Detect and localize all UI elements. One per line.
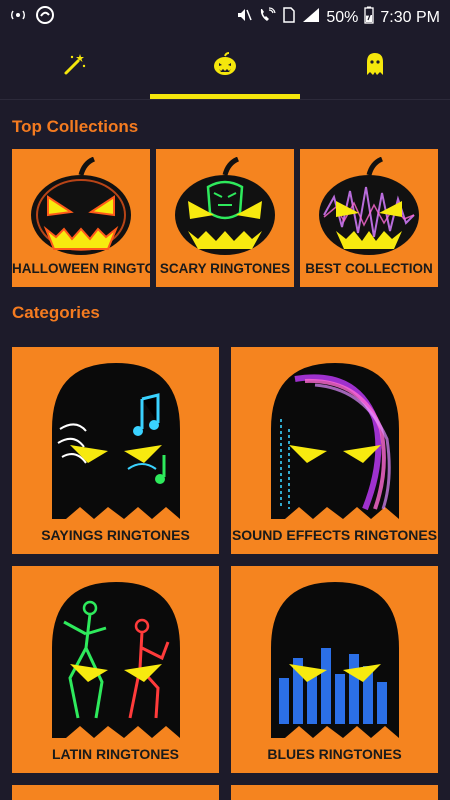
card-image bbox=[265, 578, 405, 743]
card-image bbox=[265, 359, 405, 524]
category-card-next[interactable] bbox=[12, 785, 219, 800]
card-image bbox=[46, 578, 186, 743]
category-card-next[interactable] bbox=[231, 785, 438, 800]
category-card-sayings[interactable]: SAYINGS RINGTONES bbox=[12, 347, 219, 554]
card-label: SCARY RINGTONES bbox=[159, 261, 291, 276]
card-image bbox=[26, 156, 136, 262]
card-label: SOUND EFFECTS RINGTONES bbox=[231, 527, 438, 543]
collection-card-halloween[interactable]: HALLOWEEN RINGTONES bbox=[12, 149, 150, 287]
signal-icon bbox=[302, 7, 320, 28]
mute-icon bbox=[236, 7, 253, 28]
card-label: BEST COLLECTION bbox=[305, 261, 433, 276]
pumpkin-icon bbox=[212, 51, 238, 82]
wifi-calling-icon bbox=[258, 7, 276, 28]
category-card-latin[interactable]: LATIN RINGTONES bbox=[12, 566, 219, 773]
section-title-categories: Categories bbox=[12, 303, 100, 322]
section-title-top-collections: Top Collections bbox=[12, 117, 139, 136]
tab-indicator bbox=[150, 94, 300, 99]
card-image bbox=[46, 359, 186, 524]
card-label: SAYINGS RINGTONES bbox=[41, 527, 190, 543]
category-card-blues[interactable]: BLUES RINGTONES bbox=[231, 566, 438, 773]
collection-card-best[interactable]: BEST COLLECTION bbox=[300, 149, 438, 287]
tab-ghost[interactable] bbox=[300, 32, 450, 100]
collection-card-scary[interactable]: SCARY RINGTONES bbox=[156, 149, 294, 287]
wifi-hotspot-icon bbox=[10, 7, 26, 28]
clock: 7:30 PM bbox=[380, 8, 440, 26]
card-image bbox=[314, 156, 424, 262]
tab-pumpkin[interactable] bbox=[150, 32, 300, 100]
sim-icon bbox=[282, 7, 296, 28]
card-label: HALLOWEEN RINGTONES bbox=[12, 261, 150, 276]
tab-bar bbox=[0, 32, 450, 100]
status-bar: 50% 7:30 PM bbox=[0, 0, 450, 32]
app-notification-icon bbox=[36, 6, 54, 29]
tab-magic[interactable] bbox=[0, 32, 150, 100]
battery-icon bbox=[364, 6, 375, 29]
ghost-icon bbox=[363, 51, 387, 82]
category-card-sound-effects[interactable]: SOUND EFFECTS RINGTONES bbox=[231, 347, 438, 554]
card-label: LATIN RINGTONES bbox=[51, 746, 180, 762]
card-image bbox=[170, 156, 280, 262]
battery-percent: 50% bbox=[326, 8, 359, 26]
magic-wand-icon bbox=[62, 51, 88, 82]
card-label: BLUES RINGTONES bbox=[267, 746, 402, 762]
